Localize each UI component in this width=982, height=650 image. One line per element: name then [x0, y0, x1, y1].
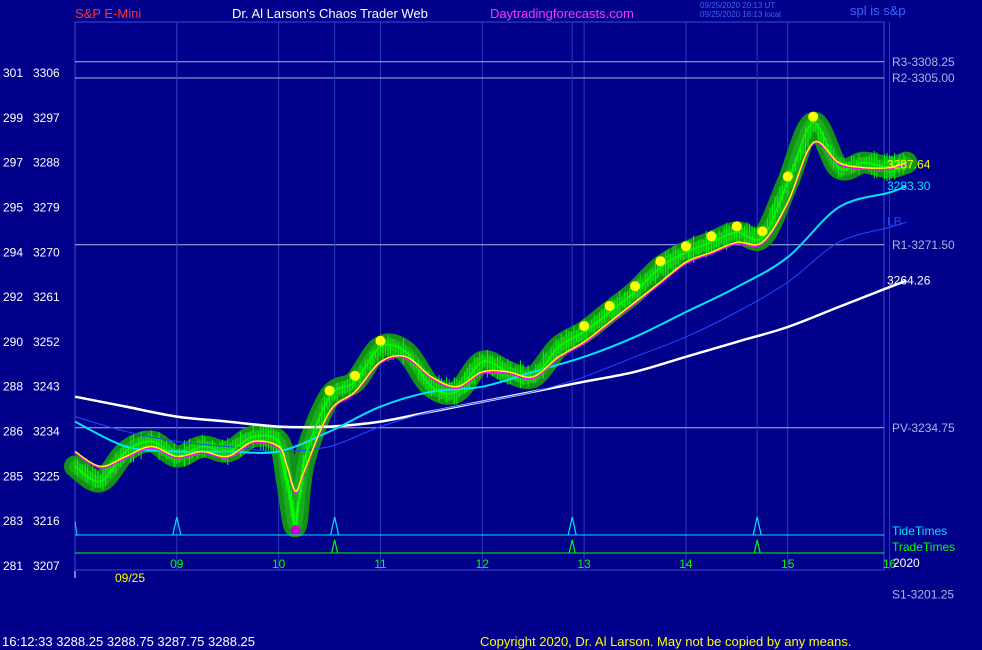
- level-label: PV-3234.75: [892, 421, 955, 435]
- date-tick-label: 12: [476, 557, 490, 571]
- signal-dot: [757, 226, 768, 237]
- signal-dot: [604, 301, 615, 312]
- y-tick-label-right: 3225: [33, 469, 60, 483]
- tide-times-label: TideTimes: [892, 524, 947, 538]
- level-label: R3-3308.25: [892, 55, 955, 69]
- y-tick-label-right: 3279: [33, 200, 60, 214]
- signal-dot: [579, 320, 590, 331]
- symbol-title: S&P E-Mini: [75, 6, 141, 21]
- last-value-label: LB: [887, 214, 902, 228]
- signal-dot: [655, 256, 666, 267]
- y-tick-label-left: 295: [3, 200, 23, 214]
- y-tick-label-right: 3297: [33, 111, 60, 125]
- level-label: S1-3201.25: [892, 588, 954, 602]
- signal-dot: [706, 231, 717, 242]
- signal-dot: [630, 281, 641, 292]
- y-tick-label-left: 281: [3, 559, 23, 573]
- low-marker-dot: [290, 525, 301, 536]
- quote-readout: 16:12:33 3288.25 3288.75 3287.75 3288.25: [2, 634, 255, 649]
- y-tick-label-left: 301: [3, 66, 23, 80]
- site-url: Daytradingforecasts.com: [490, 6, 634, 21]
- date-caption: 09/25: [115, 571, 145, 585]
- signal-dot: [808, 111, 819, 122]
- y-tick-label-right: 3216: [33, 514, 60, 528]
- signal-dot: [782, 171, 793, 182]
- date-tick-label: 11: [374, 557, 387, 571]
- year-label: 2020: [893, 556, 920, 570]
- last-value-label: 3283.30: [887, 179, 931, 193]
- y-tick-label-right: 3234: [33, 425, 60, 439]
- signal-dot: [375, 335, 386, 346]
- sp-label: spl is s&p: [850, 3, 906, 18]
- date-tick-label: 15: [781, 557, 795, 571]
- date-tick-label: 14: [679, 557, 693, 571]
- y-tick-label-left: 292: [3, 290, 23, 304]
- y-tick-label-right: 3288: [33, 156, 60, 170]
- y-tick-label-left: 290: [3, 335, 23, 349]
- signal-dot: [680, 241, 691, 252]
- y-tick-label-left: 294: [3, 245, 23, 259]
- y-tick-label-left: 285: [3, 469, 23, 483]
- y-tick-label-right: 3306: [33, 66, 60, 80]
- y-tick-label-left: 288: [3, 380, 23, 394]
- chart: 09 10 11 12 13 14 15 1609/252020301 3306299 32972…: [0, 0, 982, 650]
- trade-times-label: TradeTimes: [892, 540, 955, 554]
- signal-dot: [324, 385, 335, 396]
- y-tick-label-right: 3261: [33, 290, 60, 304]
- y-tick-label-right: 3270: [33, 245, 60, 259]
- y-tick-label-left: 283: [3, 514, 23, 528]
- y-tick-label-right: 3207: [33, 559, 60, 573]
- level-label: R2-3305.00: [892, 71, 955, 85]
- copyright: Copyright 2020, Dr. Al Larson. May not b…: [480, 634, 851, 649]
- date-tick-label: 09: [170, 557, 184, 571]
- y-tick-label-right: 3252: [33, 335, 60, 349]
- y-tick-label-left: 286: [3, 425, 23, 439]
- timestamp-local: 09/25/2020 16:13 local: [700, 10, 781, 19]
- y-tick-label-right: 3243: [33, 380, 60, 394]
- last-value-label: 3264.26: [887, 274, 931, 288]
- level-label: R1-3271.50: [892, 238, 955, 252]
- last-value-label: 3287.64: [887, 158, 931, 172]
- signal-dot: [350, 370, 361, 381]
- date-tick-label: 13: [577, 557, 591, 571]
- timestamp-utc: 09/25/2020 20:13 UT: [700, 1, 775, 10]
- signal-dot: [731, 221, 742, 232]
- y-tick-label-left: 297: [3, 156, 23, 170]
- site-title: Dr. Al Larson's Chaos Trader Web: [232, 6, 428, 21]
- date-tick-label: 10: [272, 557, 286, 571]
- y-tick-label-left: 299: [3, 111, 23, 125]
